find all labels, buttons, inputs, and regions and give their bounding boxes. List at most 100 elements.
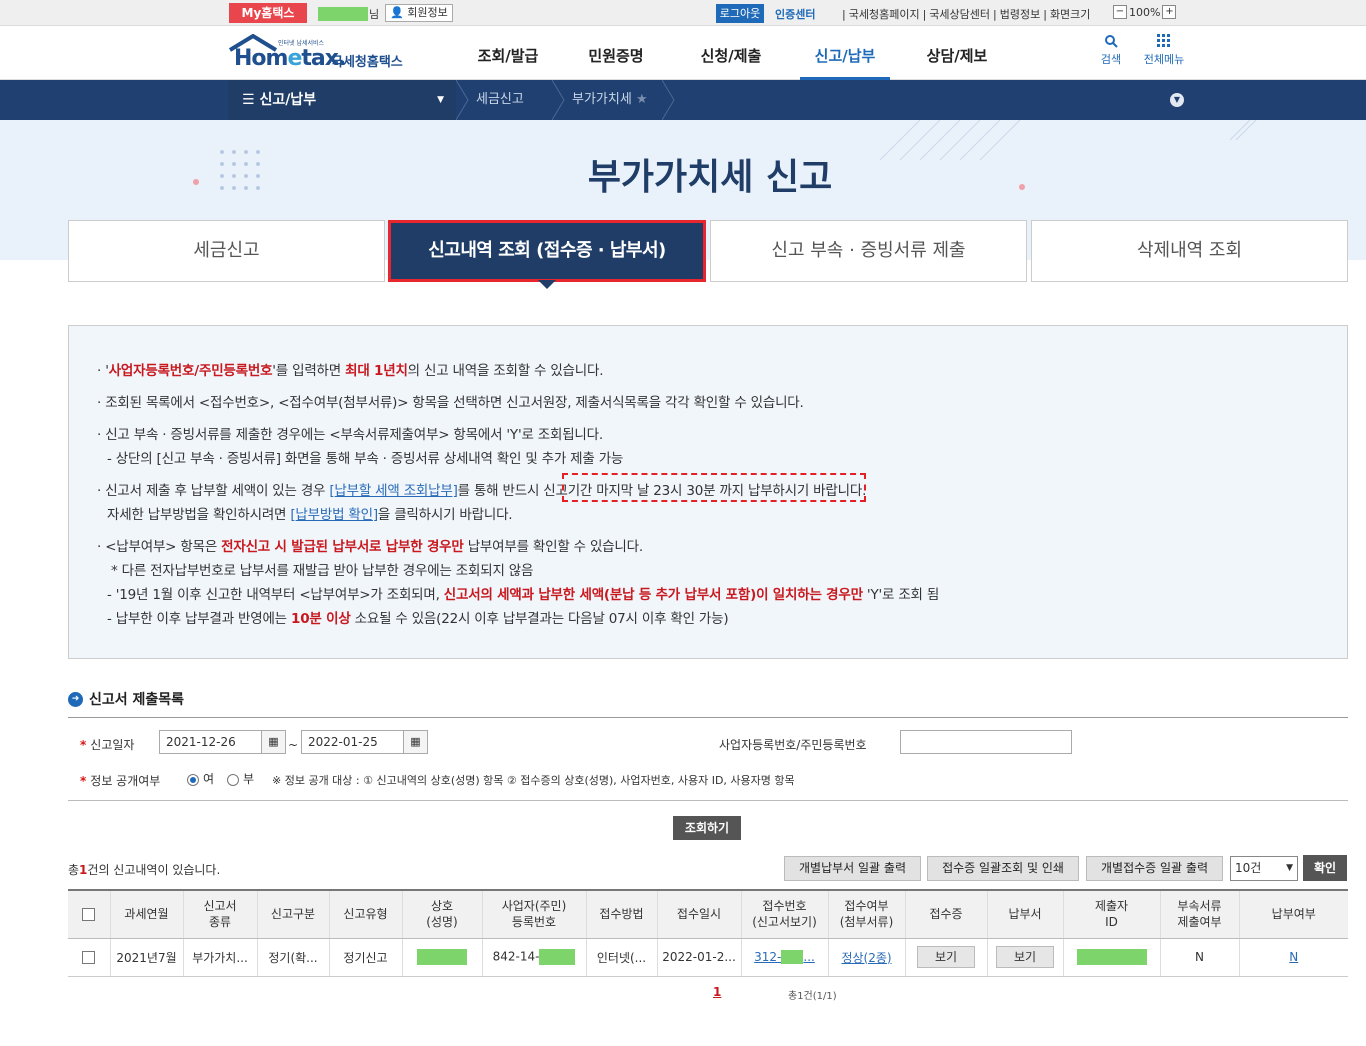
all-menu-label: 전체메뉴	[1143, 53, 1185, 66]
masked-username	[318, 7, 368, 21]
cell-receipt-status[interactable]: 정상(2종)	[827, 938, 905, 977]
masked-receipt-number	[781, 950, 804, 965]
breadcrumb-section-dropdown[interactable]: ☰ 신고/납부 ▼	[228, 80, 456, 120]
table-header-row: 과세연월 신고서 종류 신고구분 신고유형 상호 (성명) 사업자(주민) 등록…	[68, 889, 1348, 939]
tab-bar: 세금신고 신고내역 조회 (접수증 · 납부서) 신고 부속 · 증빙서류 제출…	[68, 220, 1348, 289]
cell-method: 인터넷(...	[585, 938, 657, 977]
all-menu-button[interactable]: 전체메뉴	[1138, 34, 1190, 67]
col-biz-number: 사업자(주민) 등록번호	[481, 889, 586, 939]
tab-attach-docs[interactable]: 신고 부속 · 증빙서류 제출	[710, 220, 1027, 282]
util-links: | 국세청홈페이지 | 국세상담센터 | 법령정보 | 화면크기	[842, 8, 1091, 21]
calendar-icon[interactable]: ▦	[261, 731, 285, 753]
nav-lookup[interactable]: 조회/발급	[460, 26, 556, 80]
tin-input[interactable]	[900, 730, 1072, 754]
nav-apply[interactable]: 신청/제출	[676, 26, 786, 80]
select-all-checkbox[interactable]	[68, 889, 110, 939]
util-link-nts-home[interactable]: 국세청홈페이지	[849, 8, 920, 21]
date-from-input[interactable]: 2021-12-26 ▦	[159, 730, 286, 754]
radio-selected	[187, 773, 199, 786]
breadcrumb-separator-icon	[552, 80, 565, 120]
report-table: 과세연월 신고서 종류 신고구분 신고유형 상호 (성명) 사업자(주민) 등록…	[68, 889, 1348, 977]
cell-type: 정기신고	[328, 938, 402, 977]
logout-button[interactable]: 로그아웃	[716, 4, 764, 23]
col-method: 접수방법	[585, 889, 657, 939]
chevron-down-icon: ▼	[1286, 863, 1293, 873]
tin-label: 사업자등록번호/주민등록번호	[719, 738, 867, 752]
star-icon[interactable]: ★	[636, 92, 648, 107]
cell-paid[interactable]: N	[1238, 938, 1348, 977]
nav-consult[interactable]: 상담/제보	[902, 26, 1012, 80]
col-submitter-id: 제출자 ID	[1062, 889, 1160, 939]
info-line-4-sub: 자세한 납부방법을 확인하시려면 [납부방법 확인]을 클릭하시기 바랍니다.	[107, 507, 513, 523]
chevron-down-icon[interactable]: ▼	[1170, 93, 1184, 107]
member-info-button[interactable]: 👤 회원정보	[385, 4, 453, 22]
tab-pointer	[538, 280, 556, 289]
zoom-level: 100%	[1129, 5, 1161, 19]
masked-name	[417, 949, 467, 965]
info-line-3-sub: - 상단의 [신고 부속 · 증빙서류] 화면을 통해 부속 · 증빙서류 상세…	[107, 451, 624, 467]
view-payment-slip-button[interactable]: 보기	[996, 946, 1054, 968]
my-hometax-button[interactable]: My홈택스	[229, 3, 307, 23]
honorific-label: 님	[369, 8, 380, 21]
calendar-icon[interactable]: ▦	[403, 731, 427, 753]
pay-tax-link[interactable]: [납부할 세액 조회납부]	[329, 483, 457, 499]
cell-division: 정기(확...	[256, 938, 329, 977]
disclose-no-radio[interactable]: 부	[227, 770, 254, 787]
search-icon	[1105, 35, 1118, 48]
breadcrumb-item-vat[interactable]: 부가가치세 ★	[572, 80, 648, 120]
tab-tax-report[interactable]: 세금신고	[68, 220, 385, 282]
zoom-out-button[interactable]: −	[1113, 5, 1127, 19]
date-to-input[interactable]: 2022-01-25 ▦	[301, 730, 428, 754]
cert-center-link[interactable]: 인증센터	[775, 6, 815, 22]
radio-unselected	[227, 773, 239, 786]
cell-receipt-number[interactable]: 312-...	[740, 938, 828, 977]
nav-civil[interactable]: 민원증명	[556, 26, 676, 80]
info-line-5-sub-1: * 다른 전자납부번호로 납부서를 재발급 받아 납부한 경우에는 조회되지 않…	[111, 563, 534, 579]
util-link-consult[interactable]: 국세상담센터	[929, 8, 990, 21]
info-line-5: · <납부여부> 항목은 전자신고 시 발급된 납부서로 납부한 경우만 납부여…	[97, 539, 643, 555]
print-payment-slips-button[interactable]: 개별납부서 일괄 출력	[784, 856, 921, 881]
cell-attach-submitted: N	[1159, 938, 1239, 977]
disclose-label: * 정보 공개여부	[80, 774, 161, 788]
header-search-button[interactable]: 검색	[1098, 34, 1124, 67]
disclose-note: ※ 정보 공개 대상 : ① 신고내역의 상호(성명) 항목 ② 접수증의 상호…	[272, 774, 795, 787]
grid-icon	[1157, 34, 1170, 47]
disclose-yes-radio[interactable]: 여	[187, 770, 214, 787]
pagination-current-page[interactable]: 1	[713, 985, 721, 999]
tab-deleted-history[interactable]: 삭제내역 조회	[1031, 220, 1348, 282]
pay-method-link[interactable]: [납부방법 확인]	[290, 507, 378, 523]
cell-name	[401, 938, 482, 977]
breadcrumb-item-vat-label: 부가가치세	[572, 92, 632, 107]
breadcrumb: ☰ 신고/납부 ▼ 세금신고 부가가치세 ★ ▼	[0, 80, 1366, 120]
row-checkbox[interactable]	[68, 938, 110, 977]
cell-kind: 부가가치...	[182, 938, 257, 977]
info-box: · '사업자등록번호/주민등록번호'를 입력하면 최대 1년치의 신고 내역을 …	[68, 325, 1348, 659]
page-size-select[interactable]: 10건 ▼	[1230, 856, 1298, 881]
hometax-logo[interactable]: 인터넷 납세서비스 Hometax. 국세청홈택스	[228, 34, 418, 74]
util-link-law[interactable]: 법령정보	[1000, 8, 1040, 21]
cell-payment-slip: 보기	[986, 938, 1063, 977]
util-link-screen-size: 화면크기	[1049, 8, 1091, 21]
logo-wordmark: Hometax.	[234, 46, 346, 71]
breadcrumb-item-tax-report[interactable]: 세금신고	[476, 80, 524, 120]
col-payment-slip: 납부서	[986, 889, 1063, 939]
col-type: 신고유형	[328, 889, 402, 939]
col-receipt: 접수증	[904, 889, 987, 939]
query-button[interactable]: 조회하기	[673, 816, 741, 840]
date-tilde: ~	[288, 738, 299, 752]
col-name: 상호 (성명)	[401, 889, 482, 939]
tab-report-history[interactable]: 신고내역 조회 (접수증 · 납부서)	[388, 220, 706, 289]
page-size-confirm-button[interactable]: 확인	[1303, 855, 1347, 881]
cell-submitter-id	[1062, 938, 1160, 977]
caret-down-icon: ▼	[437, 95, 444, 105]
date-label: * 신고일자	[80, 738, 135, 752]
search-form: * 신고일자 2021-12-26 ▦ ~ 2022-01-25 ▦ 사업자등록번호/…	[68, 717, 1348, 801]
col-division: 신고구분	[256, 889, 329, 939]
nav-report-pay[interactable]: 신고/납부	[800, 26, 890, 80]
print-individual-receipts-button[interactable]: 개별접수증 일괄 출력	[1086, 856, 1223, 881]
breadcrumb-separator-icon	[456, 80, 469, 120]
zoom-in-button[interactable]: +	[1162, 5, 1177, 19]
view-receipt-button[interactable]: 보기	[917, 946, 975, 968]
print-receipts-button[interactable]: 접수증 일괄조회 및 인쇄	[927, 856, 1079, 881]
col-receipt-status: 접수여부 (첨부서류)	[827, 889, 905, 939]
